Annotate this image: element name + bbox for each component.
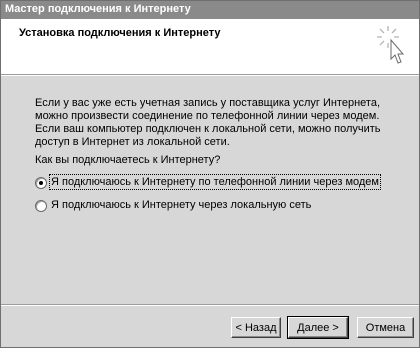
back-button[interactable]: < Назад bbox=[231, 317, 281, 338]
wizard-window: Мастер подключения к Интернету Установка… bbox=[0, 0, 420, 348]
footer-divider bbox=[1, 304, 419, 306]
next-button[interactable]: Далее > bbox=[287, 316, 349, 339]
radio-selected-dot bbox=[39, 181, 43, 185]
window-title: Мастер подключения к Интернету bbox=[5, 3, 191, 15]
title-bar[interactable]: Мастер подключения к Интернету bbox=[1, 1, 419, 19]
header-divider bbox=[1, 74, 419, 76]
connection-question: Как вы подключаетесь к Интернету? bbox=[35, 154, 221, 166]
page-title: Установка подключения к Интернету bbox=[19, 27, 221, 39]
description-text: Если у вас уже есть учетная запись у пос… bbox=[35, 97, 381, 148]
radio-dialup[interactable] bbox=[35, 177, 47, 189]
cancel-button[interactable]: Отмена bbox=[357, 317, 414, 338]
wizard-wand-icon bbox=[377, 26, 405, 64]
radio-lan[interactable] bbox=[35, 200, 47, 212]
option-dialup-label[interactable]: Я подключаюсь к Интернету по телефонной … bbox=[49, 174, 381, 190]
wizard-header: Установка подключения к Интернету bbox=[1, 19, 419, 74]
option-lan-label[interactable]: Я подключаюсь к Интернету через локальну… bbox=[51, 199, 311, 211]
